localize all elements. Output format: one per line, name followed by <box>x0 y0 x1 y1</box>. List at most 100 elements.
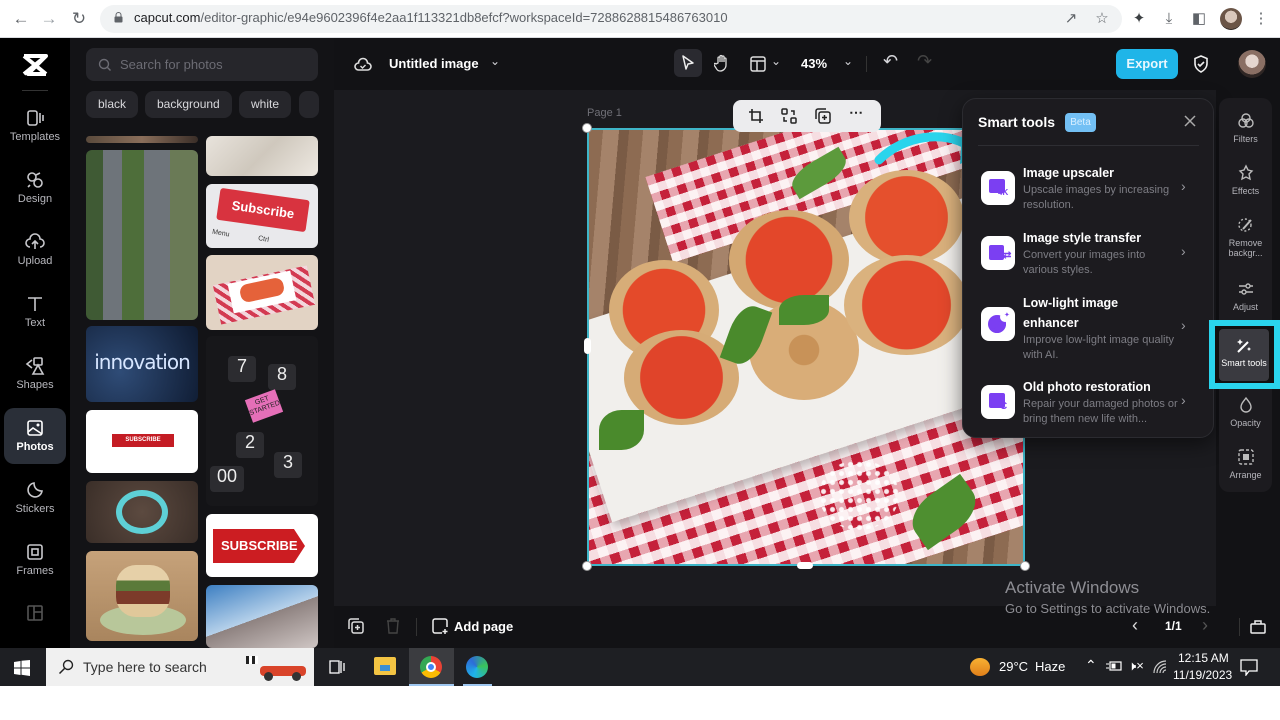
tool-image-style-transfer[interactable]: ⇄ Image style transfer Convert your imag… <box>981 228 1201 280</box>
notifications-icon[interactable] <box>1240 659 1258 676</box>
rail-effects[interactable]: Effects <box>1219 164 1272 196</box>
volume-muted-icon[interactable]: 🕨× <box>1128 658 1144 674</box>
photo-thumbnail-bracelet[interactable] <box>86 481 198 543</box>
back-icon[interactable]: ← <box>10 8 32 30</box>
title-chevron-down-icon[interactable]: ⌄ <box>490 54 500 68</box>
chip-background[interactable]: background <box>145 91 232 118</box>
forward-icon[interactable]: → <box>38 8 60 30</box>
weather-description[interactable]: Haze <box>1035 659 1065 674</box>
download-icon[interactable]: ⤓ <box>1159 9 1179 29</box>
photo-thumbnail-calculator[interactable]: 7 8 GET STARTED 2 3 00 <box>206 336 318 506</box>
windows-start-icon[interactable] <box>14 660 30 676</box>
nav-upload[interactable]: Upload <box>4 222 66 278</box>
tool-old-photo-restoration[interactable]: C Old photo restoration Repair your dama… <box>981 377 1201 429</box>
nav-text[interactable]: Text <box>4 284 66 340</box>
chip-more[interactable] <box>299 91 319 118</box>
rail-arrange[interactable]: Arrange <box>1219 448 1272 480</box>
photo-thumbnail-burger[interactable] <box>86 551 198 641</box>
tool-low-light-enhancer[interactable]: ✦ Low-light image enhancer Improve low-l… <box>981 293 1201 365</box>
url-text[interactable]: capcut.com/editor-graphic/e94e9602396f4e… <box>134 10 728 25</box>
zoom-chevron-down-icon[interactable]: ⌄ <box>843 54 853 68</box>
nav-stickers[interactable]: Stickers <box>4 470 66 526</box>
duplicate-page-icon[interactable] <box>348 618 364 634</box>
clock-date[interactable]: 11/19/2023 <box>1173 668 1232 682</box>
layout-icon[interactable] <box>750 56 766 72</box>
weather-temperature[interactable]: 29°C <box>999 659 1028 674</box>
chip-black[interactable]: black <box>86 91 139 118</box>
rail-smart-tools[interactable]: Smart tools <box>1209 320 1280 389</box>
rail-filters[interactable]: Filters <box>1219 112 1272 144</box>
more-apps-icon[interactable] <box>27 605 43 621</box>
file-explorer-icon[interactable] <box>374 657 396 675</box>
photo-thumbnail-subscribe-key[interactable]: Subscribe Menu Ctrl <box>206 184 318 248</box>
divider <box>22 90 48 91</box>
replace-icon[interactable] <box>781 108 797 124</box>
thumb-caption: SUBSCRIBE <box>213 529 305 563</box>
undo-icon[interactable]: ↶ <box>883 51 898 72</box>
collapse-pages-icon[interactable] <box>1250 619 1266 634</box>
resize-handle-bottom-left[interactable] <box>582 561 592 571</box>
photo-thumbnail[interactable] <box>86 136 198 143</box>
chip-white[interactable]: white <box>239 91 292 118</box>
task-view-icon[interactable] <box>329 659 345 675</box>
bookmark-star-icon[interactable]: ☆ <box>1092 9 1112 29</box>
clock-time[interactable]: 12:15 AM <box>1178 651 1229 665</box>
crop-icon[interactable] <box>748 108 764 124</box>
profile-avatar[interactable] <box>1220 8 1242 30</box>
next-page-icon[interactable]: › <box>1202 615 1208 636</box>
nav-templates[interactable]: Templates <box>4 98 66 154</box>
capcut-logo-icon[interactable] <box>20 52 50 78</box>
battery-network-icon[interactable] <box>1106 660 1122 672</box>
rail-opacity[interactable]: Opacity <box>1219 396 1272 428</box>
show-hidden-icons-chevron-icon[interactable]: ⌃ <box>1085 657 1097 674</box>
export-button[interactable]: Export <box>1116 49 1178 79</box>
photo-thumbnail-mountain[interactable] <box>206 585 318 648</box>
delete-page-icon[interactable] <box>386 618 400 634</box>
rail-adjust[interactable]: Adjust <box>1219 280 1272 312</box>
nav-photos[interactable]: Photos <box>4 408 66 464</box>
nav-frames[interactable]: Frames <box>4 532 66 588</box>
user-avatar[interactable] <box>1238 50 1266 78</box>
shield-check-icon[interactable] <box>1193 55 1209 73</box>
share-icon[interactable]: ↗ <box>1061 9 1081 29</box>
edge-taskbar-button[interactable] <box>455 648 500 686</box>
resize-handle-left[interactable] <box>584 338 591 354</box>
select-tool-button[interactable] <box>674 49 702 77</box>
photo-thumbnail-innovation[interactable]: innovation <box>86 326 198 402</box>
photo-thumbnail-silk[interactable] <box>206 136 318 176</box>
adjust-sliders-icon <box>1238 283 1253 295</box>
redo-icon[interactable]: ↷ <box>917 51 932 72</box>
divider <box>416 618 417 636</box>
resize-handle-bottom[interactable] <box>797 562 813 569</box>
wifi-icon[interactable] <box>1153 660 1167 674</box>
canvas-image-bruschetta[interactable] <box>587 128 1025 566</box>
rail-remove-background[interactable]: Remove backgr... <box>1219 216 1272 258</box>
extensions-icon[interactable]: ✦ <box>1129 9 1149 29</box>
photo-thumbnail-bruschetta[interactable] <box>206 255 318 330</box>
photo-thumbnail-subscribe-button[interactable]: SUBSCRIBE <box>86 410 198 473</box>
resize-handle-bottom-right[interactable] <box>1020 561 1030 571</box>
taskbar-search-input[interactable]: Type here to search <box>46 648 314 686</box>
resize-handle-top-left[interactable] <box>582 123 592 133</box>
weather-haze-icon[interactable] <box>970 658 990 676</box>
photo-search-input[interactable]: Search for photos <box>86 48 318 81</box>
close-icon[interactable] <box>1182 113 1198 129</box>
chrome-taskbar-button[interactable] <box>409 648 454 686</box>
nav-shapes[interactable]: Shapes <box>4 346 66 402</box>
tool-image-upscaler[interactable]: 4K Image upscaler Upscale images by incr… <box>981 163 1201 215</box>
photo-thumbnail-aerial-city[interactable] <box>86 150 198 320</box>
photo-thumbnail-subscribe-arrow[interactable]: SUBSCRIBE <box>206 514 318 577</box>
more-icon[interactable]: ⋯ <box>849 104 863 121</box>
cloud-save-icon[interactable] <box>354 56 372 72</box>
tool-description: Improve low-light image quality with AI. <box>1023 334 1175 361</box>
duplicate-icon[interactable] <box>815 108 831 124</box>
hand-tool-icon[interactable] <box>714 54 730 72</box>
prev-page-icon[interactable]: ‹ <box>1132 615 1138 636</box>
menu-icon[interactable]: ⋮ <box>1251 9 1271 29</box>
zoom-level[interactable]: 43% <box>801 56 827 71</box>
layout-chevron-down-icon[interactable]: ⌄ <box>771 54 781 68</box>
document-title[interactable]: Untitled image <box>389 56 479 71</box>
nav-design[interactable]: Design <box>4 160 66 216</box>
side-panel-icon[interactable]: ◧ <box>1189 9 1209 29</box>
reload-icon[interactable]: ↻ <box>68 8 90 30</box>
